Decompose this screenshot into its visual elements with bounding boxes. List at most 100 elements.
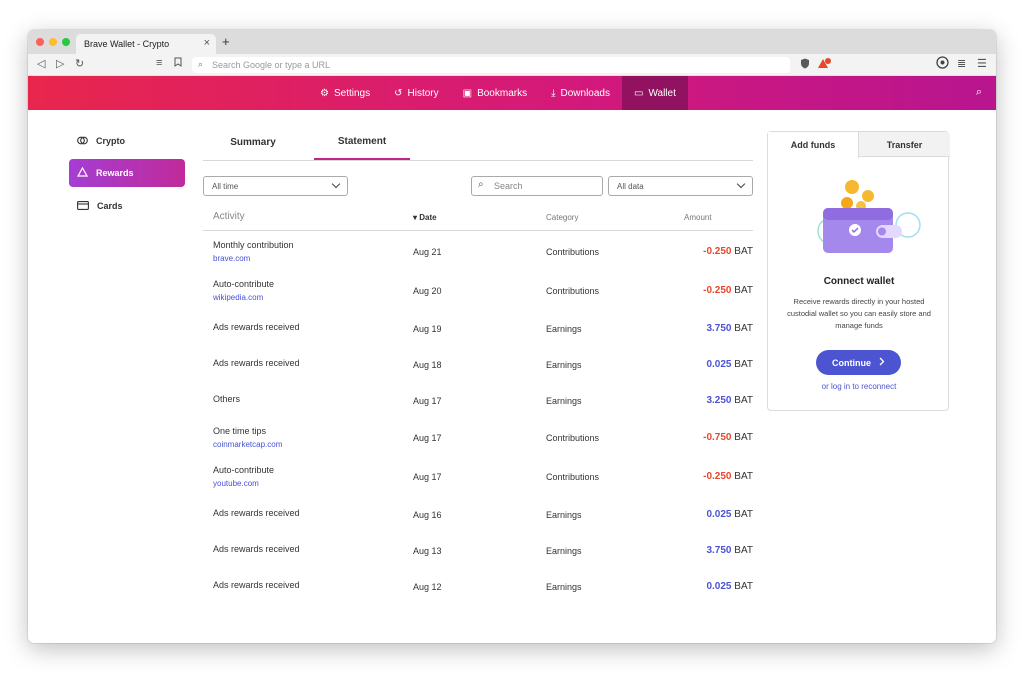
history-icon: ↺ — [394, 87, 403, 99]
amount-cell: 3.250 BAT — [706, 395, 753, 406]
maximize-window-button[interactable] — [62, 38, 70, 46]
nav-item-wallet[interactable]: ▭ Wallet — [622, 76, 688, 110]
category-cell: Earnings — [546, 510, 582, 520]
column-header-date[interactable]: ▾ Date — [413, 213, 437, 222]
new-tab-button[interactable]: + — [222, 34, 230, 49]
amount-cell: -0.250 BAT — [703, 285, 753, 296]
chevron-down-icon — [331, 179, 341, 189]
close-tab-icon[interactable]: × — [204, 37, 210, 49]
tab-transfer[interactable]: Transfer — [859, 132, 950, 157]
amount-cell: 0.025 BAT — [706, 359, 753, 370]
activity-source-link[interactable]: brave.com — [213, 254, 250, 263]
sidebar-item-cards[interactable]: Cards — [69, 192, 185, 220]
nav-item-downloads[interactable]: ⤓ Downloads — [539, 76, 622, 110]
table-row[interactable]: Ads rewards received Aug 18 Earnings 0.025 … — [203, 351, 753, 381]
close-window-button[interactable] — [36, 38, 44, 46]
date-cell: Aug 20 — [413, 286, 442, 296]
forward-icon[interactable]: ▷ — [56, 57, 64, 70]
category-cell: Earnings — [546, 324, 582, 334]
nav-item-history[interactable]: ↺ History — [382, 76, 451, 110]
column-header-activity[interactable]: Activity — [213, 211, 245, 222]
amount-unit: BAT — [734, 432, 753, 443]
tab-statement[interactable]: Statement — [314, 124, 410, 160]
tab-summary[interactable]: Summary — [203, 124, 303, 160]
search-icon[interactable]: ⌕ — [976, 86, 982, 99]
date-cell: Aug 19 — [413, 324, 442, 334]
category-cell: Contributions — [546, 286, 600, 296]
continue-button[interactable]: Continue — [816, 350, 901, 375]
date-cell: Aug 16 — [413, 510, 442, 520]
category-cell: Contributions — [546, 433, 600, 443]
continue-button-label: Continue — [832, 357, 871, 368]
rewards-triangle-icon — [76, 166, 89, 179]
sort-down-icon: ▾ — [413, 213, 418, 222]
category-cell: Earnings — [546, 546, 582, 556]
nav-item-bookmarks[interactable]: ▣ Bookmarks — [451, 76, 539, 110]
reload-icon[interactable]: ↻ — [75, 57, 84, 70]
activity-cell: Ads rewards received — [213, 508, 300, 518]
download-icon: ⤓ — [551, 87, 556, 99]
amount-unit: BAT — [734, 246, 753, 257]
browser-window: Brave Wallet - Crypto × + ◁ ▷ ↻ ≡ ⌕ Sear… — [28, 30, 996, 643]
bookmark-icon: ▣ — [462, 87, 473, 99]
bookmark-page-icon[interactable] — [174, 57, 182, 70]
brave-rewards-icon[interactable] — [818, 58, 831, 72]
amount-cell: 3.750 BAT — [706, 323, 753, 334]
activity-cell: Auto-contribute — [213, 465, 275, 475]
wallet-illustration — [804, 176, 924, 266]
table-row[interactable]: Others Aug 17 Earnings 3.250 BAT — [203, 387, 753, 417]
activity-cell: Ads rewards received — [213, 544, 300, 554]
date-cell: Aug 21 — [413, 247, 442, 257]
column-header-category[interactable]: Category — [546, 213, 578, 222]
nav-item-settings[interactable]: ⚙ Settings — [308, 76, 382, 110]
brave-shields-icon[interactable] — [800, 58, 810, 72]
amount-value: -0.750 — [703, 432, 732, 443]
sidebar-item-crypto[interactable]: Crypto — [69, 127, 185, 155]
column-header-date-label: Date — [419, 213, 437, 222]
sidebar-item-label: Cards — [97, 201, 123, 211]
address-bar[interactable]: ⌕ Search Google or type a URL — [192, 57, 790, 73]
activity-cell: One time tips — [213, 426, 267, 436]
back-icon[interactable]: ◁ — [37, 57, 45, 70]
search-input[interactable]: ⌕ Search — [471, 176, 603, 196]
brave-nav-bar: ⚙ Settings ↺ History ▣ Bookmarks ⤓ Downl… — [28, 76, 996, 110]
amount-unit: BAT — [734, 395, 753, 406]
table-row[interactable]: Ads rewards received Aug 16 Earnings 0.025 … — [203, 501, 753, 531]
column-header-amount[interactable]: Amount — [684, 213, 712, 222]
crypto-icon — [77, 135, 88, 148]
table-row[interactable]: One time tips coinmarketcap.com Aug 17 Cont… — [203, 424, 753, 454]
table-row[interactable]: Ads rewards received Aug 12 Earnings 0.025 … — [203, 573, 753, 603]
amount-cell: 3.750 BAT — [706, 545, 753, 556]
table-row[interactable]: Auto-contribute youtube.com Aug 17 Contribu… — [203, 463, 753, 493]
time-filter-dropdown[interactable]: All time — [203, 176, 348, 196]
browser-tab[interactable]: Brave Wallet - Crypto × — [76, 34, 216, 54]
activity-cell: Ads rewards received — [213, 322, 300, 332]
date-cell: Aug 13 — [413, 546, 442, 556]
minimize-window-button[interactable] — [49, 38, 57, 46]
table-row[interactable]: Auto-contribute wikipedia.com Aug 20 Contri… — [203, 277, 753, 307]
chevron-down-icon — [736, 179, 746, 189]
browser-toolbar: ◁ ▷ ↻ ≡ ⌕ Search Google or type a URL ≣ … — [28, 54, 996, 76]
table-row[interactable]: Monthly contribution brave.com Aug 21 Contr… — [203, 238, 753, 268]
activity-source-link[interactable]: youtube.com — [213, 479, 259, 488]
category-cell: Earnings — [546, 360, 582, 370]
table-row[interactable]: Ads rewards received Aug 19 Earnings 3.750 … — [203, 315, 753, 345]
search-icon: ⌕ — [198, 59, 204, 69]
amount-value: 0.025 — [706, 359, 732, 370]
reader-icon[interactable]: ≡ — [156, 57, 162, 69]
amount-unit: BAT — [734, 581, 753, 592]
table-row[interactable]: Ads rewards received Aug 13 Earnings 3.750 … — [203, 537, 753, 567]
category-cell: Contributions — [546, 247, 600, 257]
reconnect-link[interactable]: or log in to reconnect — [768, 382, 950, 391]
data-filter-dropdown[interactable]: All data — [608, 176, 753, 196]
card-icon — [77, 200, 89, 212]
data-filter-value: All data — [617, 182, 644, 191]
playlist-icon[interactable]: ≣ — [957, 57, 966, 70]
wallet-toolbar-icon[interactable] — [936, 56, 949, 72]
sidebar-item-label: Crypto — [96, 136, 125, 146]
sidebar-item-rewards[interactable]: Rewards — [69, 159, 185, 187]
activity-source-link[interactable]: coinmarketcap.com — [213, 440, 282, 449]
activity-source-link[interactable]: wikipedia.com — [213, 293, 263, 302]
menu-icon[interactable]: ☰ — [977, 57, 987, 70]
tab-add-funds[interactable]: Add funds — [768, 132, 859, 158]
